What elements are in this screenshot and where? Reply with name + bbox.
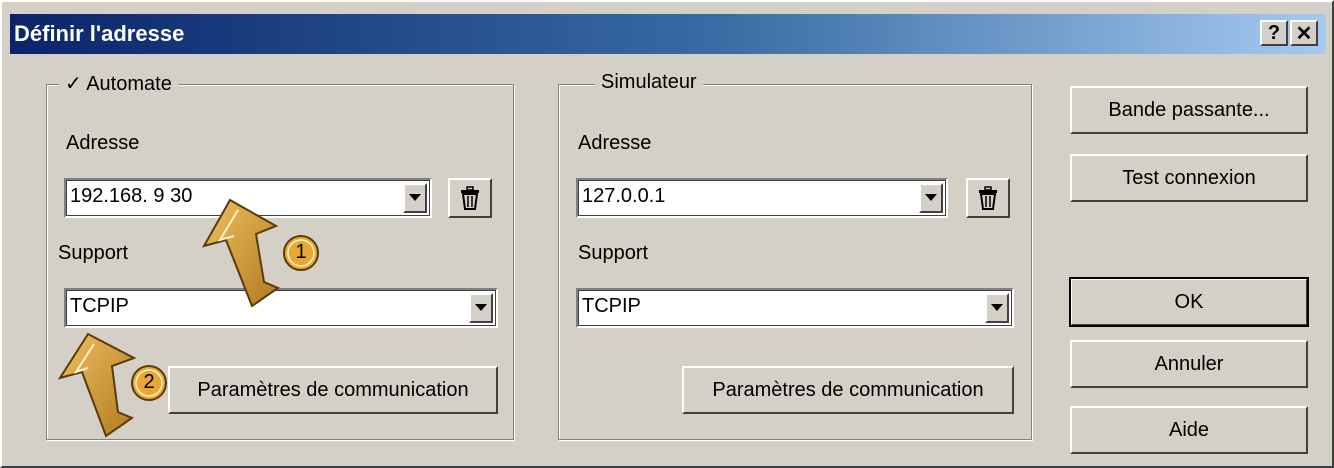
ok-label: OK (1174, 290, 1204, 313)
help-label: Aide (1168, 418, 1210, 441)
dialog-window: Définir l'adresse ? ✕ ✓ Automate Adresse… (0, 0, 1334, 468)
arrow-callout-icon (57, 332, 137, 438)
plc-address-dropdown-button[interactable] (403, 183, 427, 213)
window-title: Définir l'adresse (14, 21, 185, 46)
plc-legend-text: Automate (86, 73, 172, 95)
sim-comm-params-label: Paramètres de communication (712, 378, 984, 401)
help-button[interactable]: Aide (1070, 406, 1308, 454)
plc-address-value: 192.168. 9 30 (70, 185, 193, 207)
sim-support-value: TCPIP (582, 295, 641, 317)
close-button[interactable]: ✕ (1290, 20, 1318, 46)
sim-address-dropdown-button[interactable] (919, 183, 943, 213)
sim-address-combobox[interactable]: 127.0.0.1 (576, 178, 948, 218)
chevron-down-icon (991, 304, 1003, 311)
plc-support-value: TCPIP (70, 295, 129, 317)
plc-address-label: Adresse (66, 132, 140, 154)
simulator-legend-text: Simulateur (601, 71, 697, 93)
simulator-group-legend: Simulateur (595, 71, 703, 94)
sim-address-value: 127.0.0.1 (582, 185, 666, 207)
title-bar[interactable]: Définir l'adresse ? ✕ (10, 14, 1326, 54)
bandwidth-label: Bande passante... (1108, 98, 1270, 121)
sim-support-label: Support (578, 242, 649, 264)
callout-badge-1: 1 (282, 234, 320, 272)
chevron-down-icon (475, 304, 487, 311)
sim-address-label: Adresse (578, 132, 652, 154)
callout-number-1: 1 (295, 241, 307, 263)
close-icon: ✕ (1295, 22, 1313, 45)
sim-support-dropdown-button[interactable] (985, 293, 1009, 323)
chevron-down-icon (925, 194, 937, 201)
plc-comm-params-button[interactable]: Paramètres de communication (168, 366, 498, 414)
sim-delete-address-button[interactable] (966, 178, 1010, 218)
plc-support-dropdown-button[interactable] (469, 293, 493, 323)
plc-comm-params-label: Paramètres de communication (197, 378, 469, 401)
plc-group-legend: ✓ Automate (59, 71, 178, 96)
callout-number-2: 2 (143, 371, 155, 393)
sim-comm-params-button[interactable]: Paramètres de communication (682, 366, 1014, 414)
test-connection-label: Test connexion (1122, 166, 1256, 189)
plc-delete-address-button[interactable] (448, 178, 492, 218)
callout-badge-2: 2 (130, 364, 168, 402)
plc-support-label: Support (58, 242, 129, 264)
ok-button[interactable]: OK (1069, 277, 1309, 327)
help-icon: ? (1267, 21, 1281, 44)
cancel-label: Annuler (1154, 352, 1224, 375)
trash-icon (979, 186, 997, 210)
chevron-down-icon (409, 194, 421, 201)
check-icon[interactable]: ✓ (65, 73, 82, 95)
cancel-button[interactable]: Annuler (1070, 340, 1308, 388)
test-connection-button[interactable]: Test connexion (1070, 154, 1308, 202)
help-title-button[interactable]: ? (1260, 20, 1288, 46)
sim-support-combobox[interactable]: TCPIP (576, 288, 1014, 328)
trash-icon (461, 186, 479, 210)
bandwidth-button[interactable]: Bande passante... (1070, 86, 1308, 134)
